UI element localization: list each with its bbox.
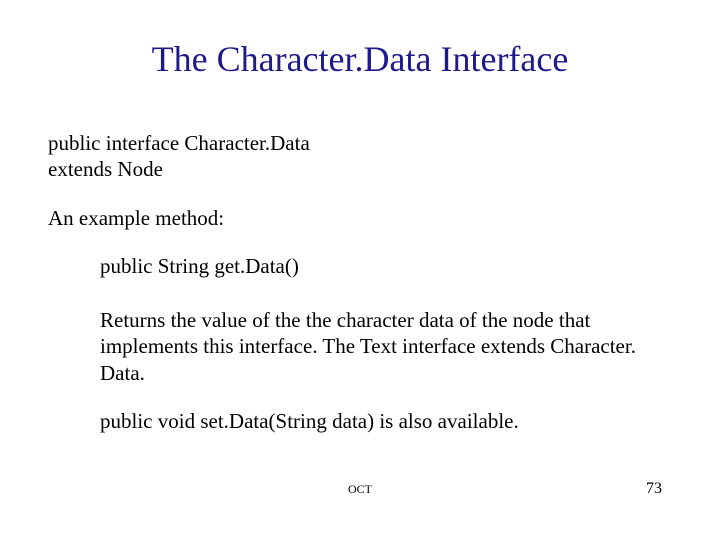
setdata-note: public void set.Data(String data) is als… <box>100 408 672 434</box>
interface-declaration: public interface Character.Data extends … <box>48 130 672 183</box>
method-description: Returns the value of the the character d… <box>100 307 672 386</box>
page-number: 73 <box>646 480 662 498</box>
slide-body: public interface Character.Data extends … <box>48 130 672 434</box>
slide: The Character.Data Interface public inte… <box>0 0 720 540</box>
slide-title: The Character.Data Interface <box>0 38 720 80</box>
decl-line-2: extends Node <box>48 156 672 182</box>
example-intro: An example method: <box>48 205 672 231</box>
footer-label: OCT <box>0 482 720 497</box>
method-signature: public String get.Data() <box>100 253 672 279</box>
decl-line-1: public interface Character.Data <box>48 130 672 156</box>
